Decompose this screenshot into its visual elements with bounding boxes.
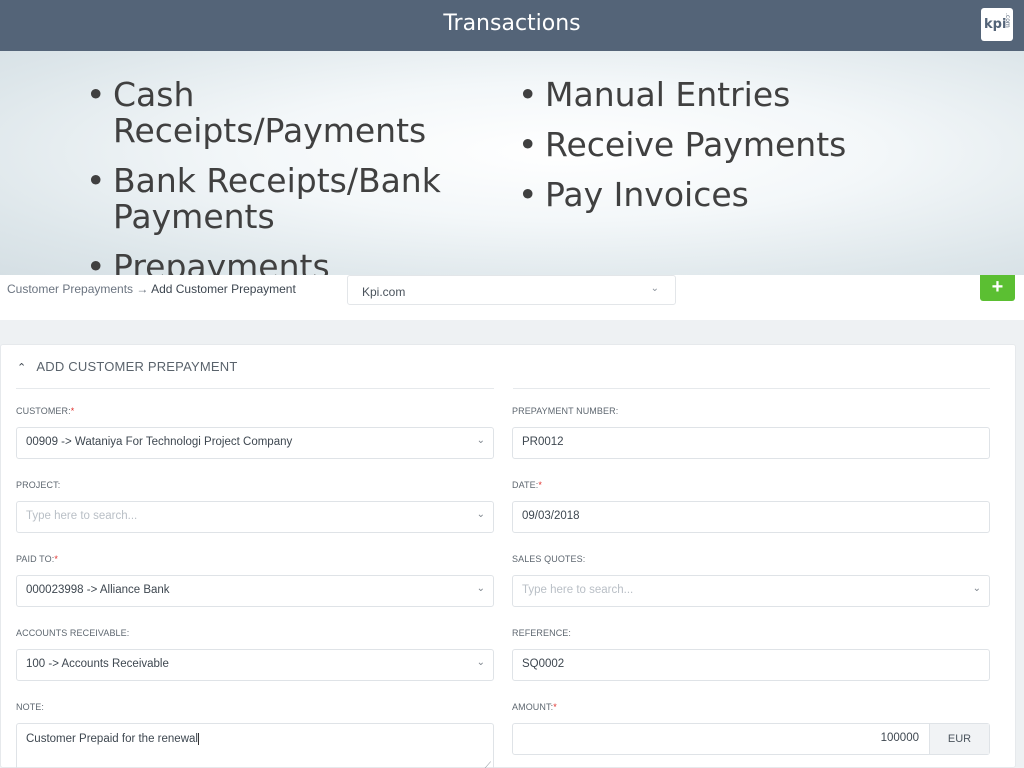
chevron-down-icon: ⌄ [476,657,485,668]
date-input[interactable]: 09/03/2018 [512,501,990,533]
accounts-receivable-value: 100 -> Accounts Receivable [26,658,169,670]
required-mark: * [538,480,542,490]
breadcrumb: Customer Prepayments → Add Customer Prep… [7,282,296,296]
customer-select-value: 00909 -> Wataniya For Technologi Project… [26,436,293,448]
breadcrumb-arrow-icon: → [136,282,149,296]
bullet-list-right: Manual Entries Receive Payments Pay Invo… [518,77,918,227]
note-label: NOTE: [16,702,45,712]
add-prepayment-panel: ⌃ ADD CUSTOMER PREPAYMENT CUSTOMER:* 0090… [0,344,1016,768]
bullet-item: Bank Receipts/Bank Payments [86,163,506,235]
sales-quotes-placeholder: Type here to search... [522,584,634,596]
add-button[interactable]: + [980,275,1015,301]
sales-quotes-select[interactable]: Type here to search... ⌄ [512,575,990,607]
logo-small-text: .com [1004,13,1011,28]
chevron-down-icon: ⌄ [476,583,485,594]
customer-select[interactable]: 00909 -> Wataniya For Technologi Project… [16,427,494,459]
chevron-down-icon: ⌄ [972,583,981,594]
project-select[interactable]: Type here to search... ⌄ [16,501,494,533]
paid-to-select[interactable]: 000023998 -> Alliance Bank ⌄ [16,575,494,607]
accounts-receivable-label: ACCOUNTS RECEIVABLE: [16,628,130,638]
required-mark: * [553,702,557,712]
note-textarea[interactable]: Customer Prepaid for the renewal ⟋ [16,723,494,768]
project-select-placeholder: Type here to search... [26,510,138,522]
breadcrumb-parent-link[interactable]: Customer Prepayments [7,282,133,296]
chevron-down-icon: ⌄ [650,283,659,294]
date-label: DATE:* [512,480,542,490]
chevron-up-icon: ⌃ [17,362,27,374]
amount-label: AMOUNT:* [512,702,557,712]
slide-title: Transactions [443,11,581,36]
resize-grip-icon[interactable]: ⟋ [485,761,491,768]
app-screen: Customer Prepayments → Add Customer Prep… [0,275,1024,768]
panel-title: ADD CUSTOMER PREPAYMENT [36,359,238,374]
project-label: PROJECT: [16,480,61,490]
text-cursor [197,733,199,745]
slide-title-bar: Transactions kpi .com [0,0,1024,51]
customer-label: CUSTOMER:* [16,406,75,416]
app-topbar: Customer Prepayments → Add Customer Prep… [0,275,1024,320]
panel-header[interactable]: ⌃ ADD CUSTOMER PREPAYMENT [17,359,238,374]
amount-input[interactable]: 100000 [881,732,919,744]
paid-to-select-value: 000023998 -> Alliance Bank [26,584,170,596]
chevron-down-icon: ⌄ [476,509,485,520]
company-select-value: Kpi.com [362,285,406,299]
prepayment-number-label: PREPAYMENT NUMBER: [512,406,619,416]
reference-input[interactable]: SQ0002 [512,649,990,681]
bullet-item: Pay Invoices [518,177,918,214]
required-mark: * [70,406,75,416]
note-value: Customer Prepaid for the renewal [26,733,198,746]
sales-quotes-label: SALES QUOTES: [512,554,586,564]
amount-input-group: 100000 EUR [512,723,990,755]
bullet-item: Receive Payments [518,127,918,164]
currency-addon: EUR [929,724,989,754]
company-select[interactable]: Kpi.com ⌄ [347,275,676,305]
bullet-item: Cash Receipts/Payments [86,77,506,149]
prepayment-number-input[interactable]: PR0012 [512,427,990,459]
bullet-item: Manual Entries [518,77,918,114]
chevron-down-icon: ⌄ [476,435,485,446]
reference-label: REFERENCE: [512,628,572,638]
divider [513,388,990,389]
required-mark: * [54,554,58,564]
bullet-list-left: Cash Receipts/Payments Bank Receipts/Ban… [86,77,506,299]
bullet-area: Cash Receipts/Payments Bank Receipts/Ban… [0,51,1024,285]
accounts-receivable-select[interactable]: 100 -> Accounts Receivable ⌄ [16,649,494,681]
paid-to-label: PAID TO:* [16,554,58,564]
kpi-logo: kpi .com [981,8,1013,41]
divider [16,388,494,389]
breadcrumb-current: Add Customer Prepayment [151,282,296,296]
